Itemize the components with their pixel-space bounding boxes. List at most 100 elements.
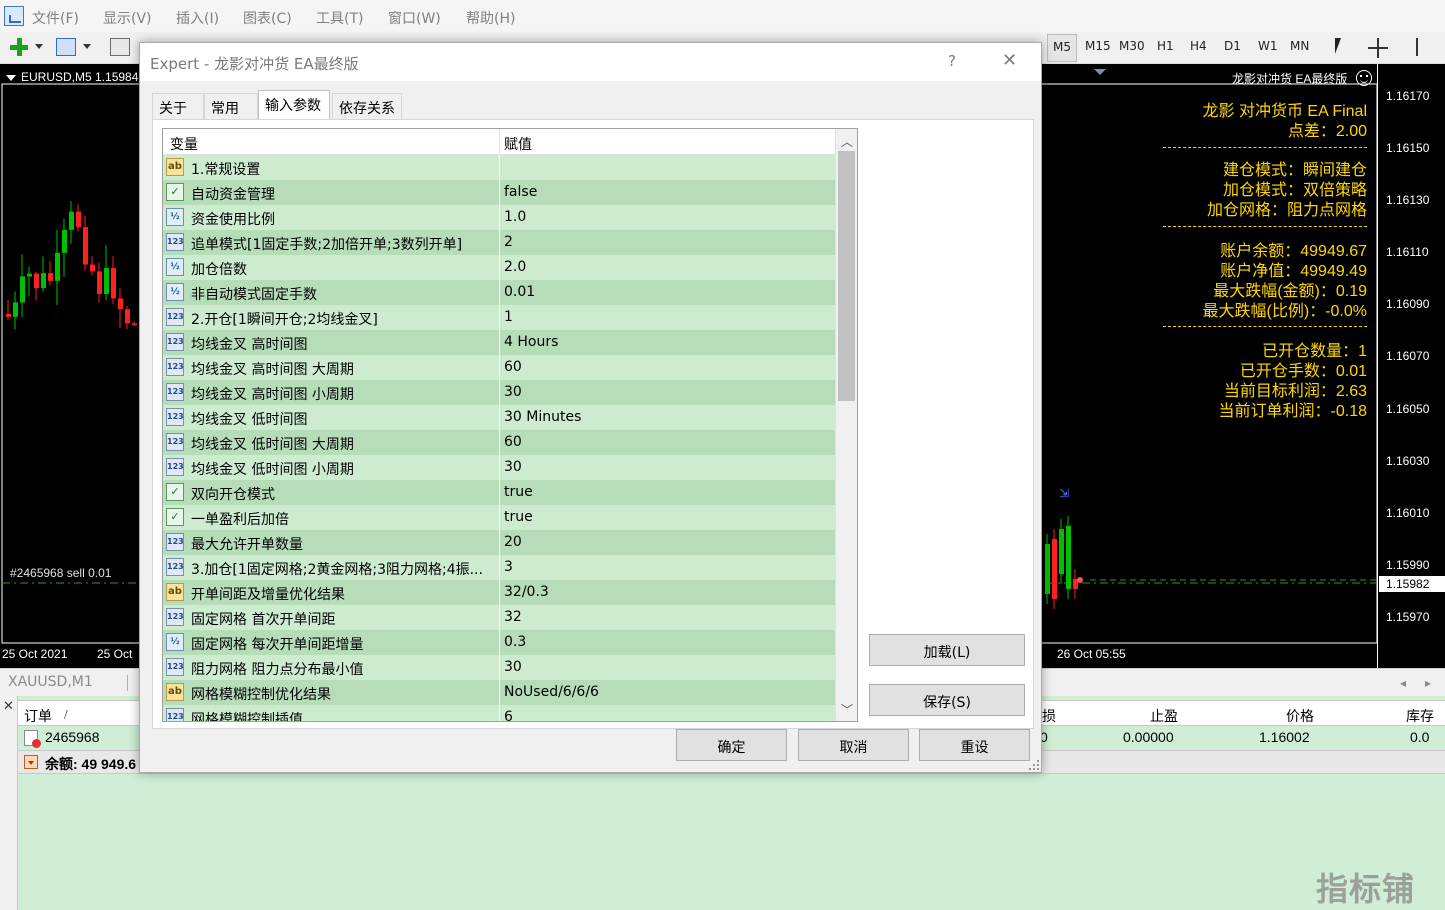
input-value[interactable]: 2 xyxy=(504,234,513,250)
timeframe-w1[interactable]: W1 xyxy=(1258,39,1278,53)
chart-tab-xauusd[interactable]: XAUUSD,M1 xyxy=(8,674,93,690)
input-value[interactable]: 0.3 xyxy=(504,634,526,650)
input-value[interactable]: 1.0 xyxy=(504,209,526,225)
menu-help[interactable]: 帮助(H) xyxy=(466,8,515,28)
tab-inputs[interactable]: 输入参数 xyxy=(258,90,330,119)
chevron-up-icon[interactable]: ︿ xyxy=(841,133,853,150)
vertical-scrollbar[interactable]: ︿ ﹀ xyxy=(835,129,857,721)
cursor-icon[interactable] xyxy=(1333,38,1347,58)
input-row[interactable]: 123 追单模式[1固定手数;2加倍开单;3数列开单] 2 xyxy=(163,230,835,255)
input-row[interactable]: 123 阻力网格 阻力点分布最小值 30 xyxy=(163,655,835,680)
scroll-right-icon[interactable]: ▸ xyxy=(1425,676,1431,690)
new-chart-icon[interactable] xyxy=(8,36,30,58)
input-value[interactable]: 30 xyxy=(504,459,522,475)
input-row[interactable]: 123 2.开仓[1瞬间开仓;2均线金叉] 1 xyxy=(163,305,835,330)
input-value[interactable]: 32 xyxy=(504,609,522,625)
input-row[interactable]: 123 均线金叉 低时间图 小周期 30 xyxy=(163,455,835,480)
timeframe-mn[interactable]: MN xyxy=(1290,39,1309,53)
input-row[interactable]: ab 网格模糊控制优化结果 NoUsed/6/6/6 xyxy=(163,680,835,705)
input-row[interactable]: 123 均线金叉 高时间图 小周期 30 xyxy=(163,380,835,405)
menu-view[interactable]: 显示(V) xyxy=(103,8,152,28)
input-variable: 1.常规设置 xyxy=(191,162,261,178)
col-price[interactable]: 价格 xyxy=(1286,706,1314,726)
input-row[interactable]: ✓ 双向开仓模式 true xyxy=(163,480,835,505)
input-value[interactable]: 60 xyxy=(504,434,522,450)
input-value[interactable]: 60 xyxy=(504,359,522,375)
menu-file[interactable]: 文件(F) xyxy=(32,8,79,28)
input-row[interactable]: ✓ 自动资金管理 false xyxy=(163,180,835,205)
timeframe-h1[interactable]: H1 xyxy=(1157,39,1174,53)
menu-charts[interactable]: 图表(C) xyxy=(243,8,292,28)
input-row[interactable]: ½ 非自动模式固定手数 0.01 xyxy=(163,280,835,305)
input-value[interactable]: 30 xyxy=(504,384,522,400)
close-button[interactable]: ✕ xyxy=(1002,50,1017,71)
scroll-left-icon[interactable]: ◂ xyxy=(1400,676,1406,690)
market-watch-icon[interactable] xyxy=(110,38,130,56)
input-value[interactable]: 30 Minutes xyxy=(504,409,581,425)
input-value[interactable]: 32/0.3 xyxy=(504,584,549,600)
close-icon[interactable]: ✕ xyxy=(3,699,14,714)
crosshair-icon[interactable] xyxy=(1368,38,1388,58)
timeframe-d1[interactable]: D1 xyxy=(1224,39,1241,53)
cancel-button[interactable]: 取消 xyxy=(798,729,909,761)
input-value[interactable]: NoUsed/6/6/6 xyxy=(504,684,599,700)
chevron-down-icon[interactable] xyxy=(83,44,91,49)
dialog-titlebar[interactable]: Expert - 龙影对冲货 EA最终版 ? ✕ xyxy=(140,43,1041,81)
tab-common[interactable]: 常用 xyxy=(204,93,258,119)
input-value[interactable]: 0.01 xyxy=(504,284,535,300)
scrollbar-thumb[interactable] xyxy=(838,151,855,401)
vertical-line-icon[interactable] xyxy=(1416,38,1418,56)
save-button[interactable]: 保存(S) xyxy=(869,684,1025,716)
input-row[interactable]: ½ 固定网格 每次开单间距增量 0.3 xyxy=(163,630,835,655)
menu-insert[interactable]: 插入(I) xyxy=(176,8,219,28)
reset-button[interactable]: 重设 xyxy=(919,729,1030,761)
timeframe-m5[interactable]: M5 xyxy=(1047,34,1077,62)
input-row[interactable]: ½ 加仓倍数 2.0 xyxy=(163,255,835,280)
col-takeprofit[interactable]: 止盈 xyxy=(1150,706,1178,726)
input-row[interactable]: 123 3.加仓[1固定网格;2黄金网格;3阻力网格;4振... 3 xyxy=(163,555,835,580)
input-row[interactable]: ab 开单间距及增量优化结果 32/0.3 xyxy=(163,580,835,605)
input-value[interactable]: 4 Hours xyxy=(504,334,558,350)
tab-dependencies[interactable]: 依存关系 xyxy=(332,93,402,119)
input-row[interactable]: 123 均线金叉 高时间图 大周期 60 xyxy=(163,355,835,380)
input-row[interactable]: 123 固定网格 首次开单间距 32 xyxy=(163,605,835,630)
input-row[interactable]: 123 均线金叉 低时间图 30 Minutes xyxy=(163,405,835,430)
col-variable[interactable]: 变量 xyxy=(170,134,198,154)
timeframe-h4[interactable]: H4 xyxy=(1190,39,1207,53)
input-row[interactable]: 123 网格模糊控制插值 6 xyxy=(163,705,835,721)
input-row[interactable]: 123 均线金叉 高时间图 4 Hours xyxy=(163,330,835,355)
input-row[interactable]: 123 最大允许开单数量 20 xyxy=(163,530,835,555)
timeframe-m30[interactable]: M30 xyxy=(1119,39,1145,53)
load-button[interactable]: 加载(L) xyxy=(869,634,1025,666)
inputs-grid[interactable]: 变量 赋值 ab 1.常规设置 ✓ 自动资金管理 false ½ 资金使用比例 1.0 123 追… xyxy=(162,128,858,722)
ea-info-line: 加仓网格：阻力点网格 xyxy=(1206,202,1367,219)
input-value[interactable]: 2.0 xyxy=(504,259,526,275)
ok-button[interactable]: 确定 xyxy=(676,729,787,761)
col-stoploss[interactable]: 损 xyxy=(1042,706,1056,726)
column-divider[interactable] xyxy=(499,129,500,155)
tab-about[interactable]: 关于 xyxy=(152,93,204,119)
input-row[interactable]: ½ 资金使用比例 1.0 xyxy=(163,205,835,230)
input-value[interactable]: true xyxy=(504,484,533,500)
input-value[interactable]: false xyxy=(504,184,537,200)
profiles-icon[interactable] xyxy=(56,38,76,56)
col-order[interactable]: 订单 xyxy=(24,706,52,726)
col-value[interactable]: 赋值 xyxy=(504,134,532,154)
resize-grip-icon[interactable] xyxy=(1029,760,1039,770)
chevron-down-icon[interactable] xyxy=(35,44,43,49)
input-value[interactable]: 1 xyxy=(504,309,513,325)
input-value[interactable]: 6 xyxy=(504,709,513,721)
input-value[interactable]: 30 xyxy=(504,659,522,675)
help-button[interactable]: ? xyxy=(948,52,956,70)
chevron-down-icon[interactable]: ﹀ xyxy=(841,701,853,718)
menu-tools[interactable]: 工具(T) xyxy=(316,8,363,28)
timeframe-m15[interactable]: M15 xyxy=(1085,39,1111,53)
input-value[interactable]: true xyxy=(504,509,533,525)
input-value[interactable]: 3 xyxy=(504,559,513,575)
input-value[interactable]: 20 xyxy=(504,534,522,550)
price-axis[interactable]: 1.16170 1.16150 1.16130 1.16110 1.16090 … xyxy=(1377,64,1445,668)
input-row[interactable]: 123 均线金叉 低时间图 大周期 60 xyxy=(163,430,835,455)
input-row[interactable]: ✓ 一单盈利后加倍 true xyxy=(163,505,835,530)
input-row[interactable]: ab 1.常规设置 xyxy=(163,155,835,180)
menu-window[interactable]: 窗口(W) xyxy=(388,8,441,28)
